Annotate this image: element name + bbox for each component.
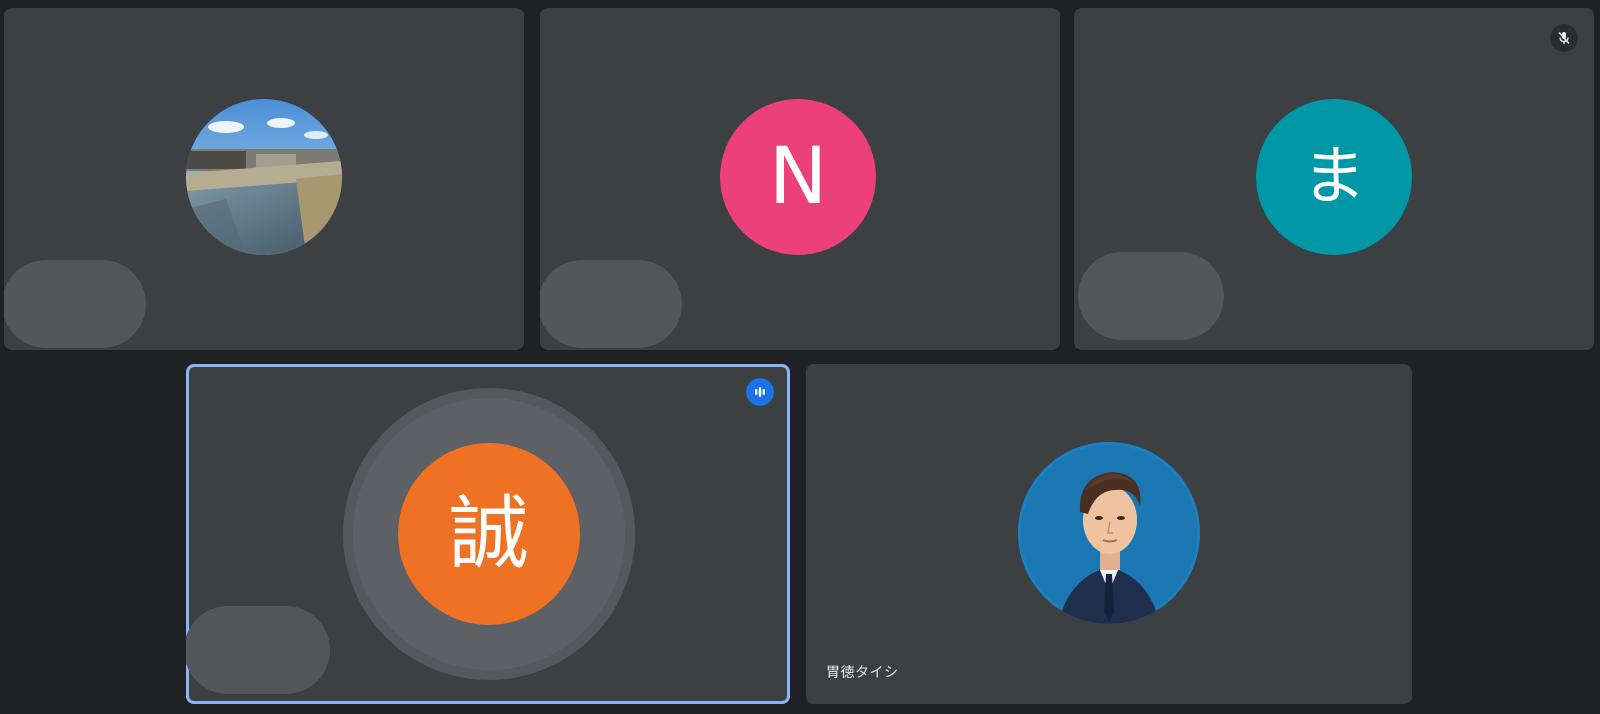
avatar-initial-text: 誠 xyxy=(449,487,529,580)
name-placeholder xyxy=(186,606,330,694)
participant-avatar-photo xyxy=(186,99,342,255)
audio-level-icon xyxy=(746,378,774,406)
participant-avatar-initial: ま xyxy=(1256,99,1412,255)
river-photo-image xyxy=(186,99,342,255)
participant-avatar-photo xyxy=(1018,442,1200,624)
participant-avatar-initial: 誠 xyxy=(398,443,580,625)
avatar-initial-text: N xyxy=(768,132,828,222)
participant-tile-5[interactable]: 胃徳タイシ xyxy=(806,364,1412,704)
meeting-grid: N ま 誠 胃徳タイシ xyxy=(0,0,1600,714)
name-placeholder xyxy=(4,260,146,348)
participant-tile-4-active-speaker[interactable]: 誠 xyxy=(186,364,790,704)
name-placeholder xyxy=(1078,252,1224,340)
participant-avatar-initial: N xyxy=(720,99,876,255)
mic-off-icon xyxy=(1550,24,1578,52)
participant-tile-3[interactable]: ま xyxy=(1074,8,1594,350)
man-illustration-image xyxy=(1018,442,1200,624)
participant-tile-2[interactable]: N xyxy=(540,8,1060,350)
name-placeholder xyxy=(540,260,682,348)
participant-tile-1[interactable] xyxy=(4,8,524,350)
avatar-initial-text: ま xyxy=(1302,140,1366,214)
participant-name-label: 胃徳タイシ xyxy=(826,665,899,681)
